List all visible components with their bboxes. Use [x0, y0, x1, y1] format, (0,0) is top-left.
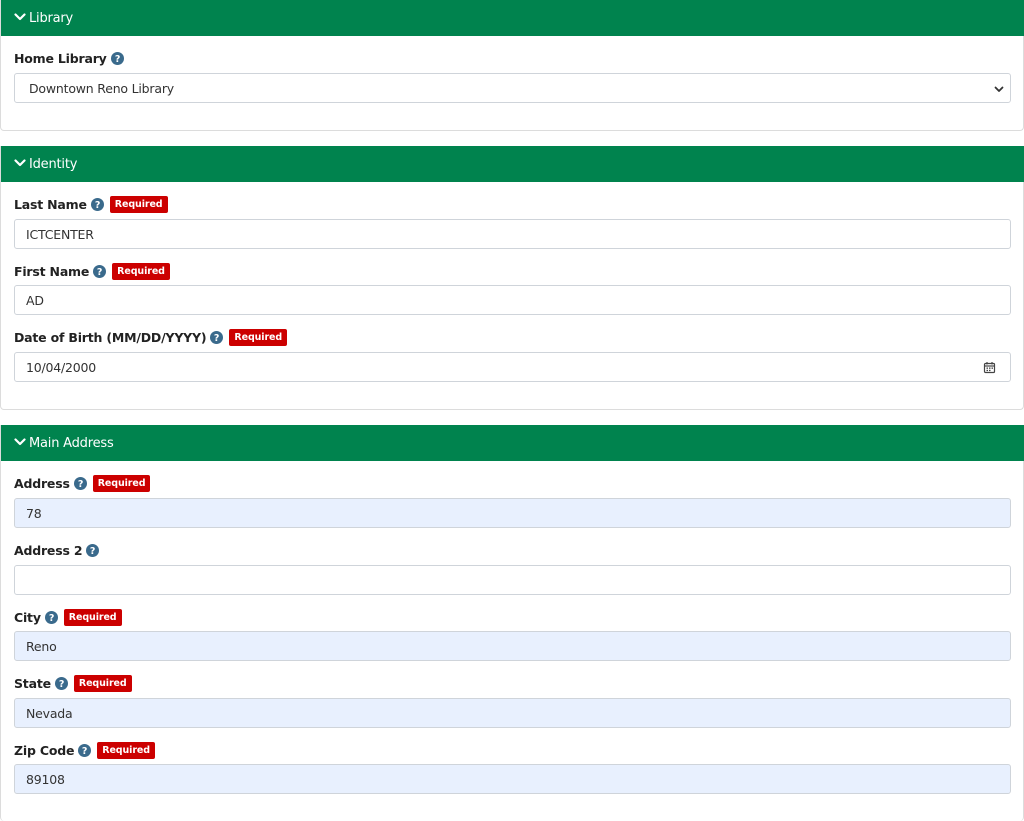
question-circle-icon[interactable]: ?	[86, 543, 100, 557]
state-label: State	[14, 675, 51, 691]
last-name-field: Last Name ? Required	[14, 194, 1011, 214]
question-circle-icon[interactable]: ?	[90, 197, 104, 211]
city-input[interactable]: Reno	[14, 631, 1011, 661]
chevron-down-icon	[14, 436, 26, 448]
address2-label: Address 2	[14, 542, 83, 558]
first-name-value: AD	[26, 292, 44, 308]
calendar-icon[interactable]	[983, 361, 996, 374]
dob-value: 10/04/2000	[26, 359, 97, 375]
main-address-section-title: Main Address	[29, 435, 114, 451]
library-section: Library Home Library ? Downtown Reno Lib…	[0, 0, 1024, 131]
first-name-input[interactable]: AD	[14, 285, 1011, 315]
zip-field: Zip Code ? Required	[14, 740, 1011, 760]
question-circle-icon[interactable]: ?	[54, 676, 68, 690]
required-badge: Required	[63, 608, 122, 626]
required-badge: Required	[92, 474, 151, 492]
last-name-value: ICTCENTER	[26, 226, 94, 242]
question-circle-icon[interactable]: ?	[93, 264, 107, 278]
identity-section-header[interactable]: Identity	[1, 146, 1024, 182]
svg-text:?: ?	[82, 746, 87, 757]
question-circle-icon[interactable]: ?	[210, 330, 224, 344]
chevron-down-icon	[993, 83, 1005, 95]
address-field: Address ? Required	[14, 473, 1011, 493]
identity-section-title: Identity	[29, 156, 78, 172]
home-library-select[interactable]: Downtown Reno Library	[14, 73, 1011, 103]
zip-input[interactable]: 89108	[14, 764, 1011, 794]
city-label: City	[14, 609, 41, 625]
chevron-down-icon	[14, 157, 26, 169]
address2-field: Address 2 ?	[14, 540, 1011, 560]
dob-field: Date of Birth (MM/DD/YYYY) ? Required	[14, 327, 1011, 347]
required-badge: Required	[112, 262, 170, 280]
address2-input[interactable]	[14, 565, 1011, 595]
library-section-title: Library	[29, 10, 74, 26]
state-field: State ? Required	[14, 673, 1011, 693]
last-name-label: Last Name	[14, 196, 87, 212]
required-badge: Required	[73, 674, 132, 692]
question-circle-icon[interactable]: ?	[73, 476, 87, 490]
state-input[interactable]: Nevada	[14, 698, 1011, 728]
address-label: Address	[14, 475, 70, 491]
question-circle-icon[interactable]: ?	[44, 610, 58, 624]
dob-label: Date of Birth (MM/DD/YYYY)	[14, 329, 207, 345]
library-section-header[interactable]: Library	[1, 0, 1024, 36]
question-circle-icon[interactable]: ?	[78, 743, 92, 757]
first-name-label: First Name	[14, 263, 90, 279]
svg-text:?: ?	[114, 54, 119, 65]
address-input[interactable]: 78	[14, 498, 1011, 528]
svg-text:?: ?	[97, 267, 102, 278]
zip-value: 89108	[26, 771, 65, 787]
svg-text:?: ?	[95, 200, 100, 211]
first-name-field: First Name ? Required	[14, 261, 1011, 281]
city-field: City ? Required	[14, 607, 1011, 627]
last-name-input[interactable]: ICTCENTER	[14, 219, 1011, 249]
svg-text:?: ?	[59, 679, 64, 690]
home-library-label: Home Library	[14, 50, 107, 66]
state-value: Nevada	[26, 705, 73, 721]
svg-text:?: ?	[49, 613, 54, 624]
registration-form: Library Home Library ? Downtown Reno Lib…	[0, 0, 1024, 821]
required-badge: Required	[109, 195, 168, 213]
address-value: 78	[26, 505, 42, 521]
question-circle-icon[interactable]: ?	[110, 51, 124, 65]
dob-input[interactable]: 10/04/2000	[14, 352, 1011, 382]
svg-text:?: ?	[78, 479, 83, 490]
identity-section: Identity Last Name ? Required ICTCENTER …	[0, 146, 1024, 410]
zip-label: Zip Code	[14, 742, 75, 758]
svg-text:?: ?	[90, 546, 95, 557]
home-library-field: Home Library ?	[14, 48, 1011, 68]
svg-text:?: ?	[214, 333, 219, 344]
main-address-section: Main Address Address ? Required 78 Addre…	[0, 425, 1024, 821]
home-library-value: Downtown Reno Library	[29, 80, 174, 96]
main-address-section-header[interactable]: Main Address	[1, 425, 1024, 461]
city-value: Reno	[26, 638, 57, 654]
chevron-down-icon	[14, 11, 26, 23]
required-badge: Required	[229, 328, 288, 346]
required-badge: Required	[97, 741, 155, 759]
